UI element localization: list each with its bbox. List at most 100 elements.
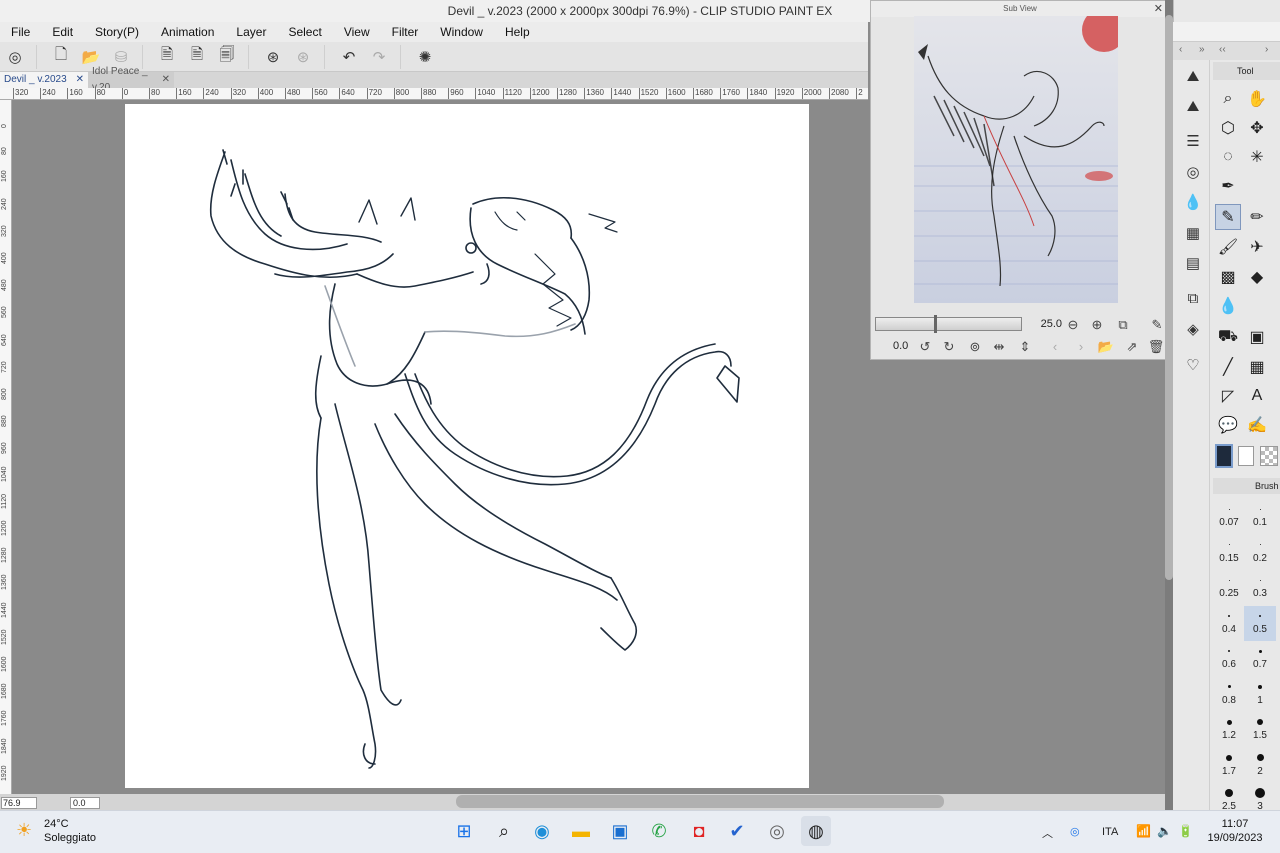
search-icon[interactable]: ⌕ — [489, 816, 519, 846]
correct-line-tool-icon[interactable]: ✍ — [1244, 412, 1270, 438]
new-file-icon[interactable]: 🗋 — [46, 45, 76, 69]
tab-devil[interactable]: Devil _ v.2023 ✕ — [0, 72, 88, 88]
transparent-color-swatch[interactable] — [1260, 446, 1278, 466]
zoom-out-icon[interactable]: ⊖ — [1064, 317, 1082, 333]
export-png-icon[interactable]: 🗎 — [182, 45, 212, 69]
brush-size-option[interactable]: 1.2 — [1213, 712, 1245, 747]
record-icon[interactable]: ⊛ — [258, 45, 288, 69]
redo-icon[interactable]: ↷ — [364, 45, 394, 69]
brush-size-option[interactable]: 2 — [1244, 748, 1276, 783]
import-image-icon[interactable]: 📂 — [1097, 339, 1115, 355]
color-mixing-icon[interactable]: 💧 — [1181, 193, 1205, 215]
favorites-icon[interactable]: ♡ — [1181, 356, 1205, 378]
fit-view-icon[interactable]: ⧉ — [1114, 317, 1132, 333]
main-color-swatch[interactable] — [1215, 444, 1233, 468]
menu-file[interactable]: File — [0, 25, 41, 39]
menu-view[interactable]: View — [333, 25, 381, 39]
magic-wand-icon[interactable]: ✳ — [1244, 144, 1270, 170]
brush-size-option[interactable]: 0.2 — [1244, 535, 1276, 570]
undo-icon[interactable]: ↶ — [334, 45, 364, 69]
brush-size-option[interactable]: 1.5 — [1244, 712, 1276, 747]
brush-size-option[interactable]: 0.15 — [1213, 535, 1245, 570]
windows-start-icon[interactable]: ⊞ — [449, 816, 479, 846]
zoom-tool-icon[interactable]: ⌕ — [1215, 86, 1241, 112]
flip-horizontal-icon[interactable]: ⇹ — [990, 339, 1008, 355]
system-clock[interactable]: 11:07 19/09/2023 — [1200, 817, 1270, 845]
menu-select[interactable]: Select — [277, 25, 332, 39]
drawing-canvas[interactable] — [125, 104, 809, 788]
wifi-icon[interactable]: 📶 — [1136, 824, 1151, 838]
brush-size-option[interactable]: 1.7 — [1213, 748, 1245, 783]
ruler-tool-icon[interactable]: ◸ — [1215, 383, 1241, 409]
fill-tool-icon[interactable]: ⛟ — [1215, 324, 1241, 350]
lasso-tool-icon[interactable]: ◌ — [1215, 144, 1241, 170]
brush-size-option[interactable]: 0.8 — [1213, 677, 1245, 712]
eraser-tool-icon[interactable]: ◆ — [1244, 264, 1270, 290]
pen-tool-icon[interactable]: ✎ — [1215, 204, 1241, 230]
rotate-right-icon[interactable]: ↻ — [940, 339, 958, 355]
slider-thumb[interactable] — [934, 315, 937, 333]
balloon-tool-icon[interactable]: 💬 — [1215, 412, 1241, 438]
volume-icon[interactable]: 🔈 — [1157, 824, 1172, 838]
eyedropper-tool-icon[interactable]: ✒ — [1215, 173, 1241, 199]
zoom-field[interactable]: 76.9 — [1, 797, 37, 809]
airbrush-tool-icon[interactable]: ✈ — [1244, 234, 1270, 260]
vertical-scrollbar[interactable] — [1165, 15, 1173, 580]
menu-story[interactable]: Story(P) — [84, 25, 150, 39]
tray-app-icon[interactable]: ◎ — [1070, 825, 1080, 838]
export-psd-icon[interactable]: 🗐 — [212, 45, 242, 69]
menu-window[interactable]: Window — [429, 25, 494, 39]
brush-size-option[interactable]: 0.6 — [1213, 641, 1245, 676]
blend-tool-icon[interactable]: 💧 — [1215, 293, 1241, 319]
weather-icon[interactable]: ☀ — [16, 820, 32, 841]
hand-tool-icon[interactable]: ✋ — [1244, 86, 1270, 112]
navigator-icon[interactable]: ◎ — [1181, 163, 1205, 185]
rotate-left-icon[interactable]: ↺ — [916, 339, 934, 355]
layer-property-icon[interactable]: ⛰ — [1181, 68, 1205, 90]
close-icon[interactable]: ✕ — [1154, 1, 1163, 17]
menu-help[interactable]: Help — [494, 25, 541, 39]
subview-zoom-slider[interactable] — [875, 317, 1022, 331]
collapse-icon[interactable]: ‹‹ — [1219, 44, 1226, 55]
menu-filter[interactable]: Filter — [381, 25, 430, 39]
delete-icon[interactable]: 🗑 — [1147, 339, 1165, 355]
gradient-tool-icon[interactable]: ▣ — [1244, 324, 1270, 350]
brush-size-option[interactable]: 0.1 — [1244, 499, 1276, 534]
reference-image[interactable] — [914, 8, 1126, 303]
close-icon[interactable]: ✕ — [76, 72, 84, 88]
close-icon[interactable]: ✕ — [162, 72, 170, 88]
export-jpg-icon[interactable]: 🗎 — [152, 45, 182, 69]
whatsapp-icon[interactable]: ✆ — [644, 816, 674, 846]
store-icon[interactable]: ▣ — [605, 816, 635, 846]
tray-chevron-icon[interactable]: ︿ — [1042, 825, 1053, 841]
menu-layer[interactable]: Layer — [225, 25, 277, 39]
brush-size-option[interactable]: 0.07 — [1213, 499, 1245, 534]
next-image-icon[interactable]: › — [1072, 339, 1090, 354]
rotation-field[interactable]: 0.0 — [70, 797, 100, 809]
reset-rotation-icon[interactable]: ⊚ — [966, 339, 984, 355]
clip-studio-launcher-icon[interactable]: ◎ — [762, 816, 792, 846]
edge-icon[interactable]: ◉ — [527, 816, 557, 846]
brush-size-option[interactable]: 0.7 — [1244, 641, 1276, 676]
menu-animation[interactable]: Animation — [150, 25, 225, 39]
brush-tool-icon[interactable]: 🖌 — [1215, 234, 1241, 260]
previous-image-icon[interactable]: ‹ — [1046, 339, 1064, 354]
material-icon[interactable]: ▤ — [1181, 254, 1205, 276]
brush-size-option[interactable]: 0.3 — [1244, 570, 1276, 605]
file-explorer-icon[interactable]: ▬ — [566, 816, 596, 846]
figure-tool-icon[interactable]: ╱ — [1215, 354, 1241, 380]
layer-search-icon[interactable]: ⛰ — [1181, 98, 1205, 120]
tab-idol-peace[interactable]: Idol Peace _ v.20 ✕ — [88, 66, 174, 93]
expand-icon[interactable]: » — [1199, 44, 1205, 55]
layer-stack-icon[interactable]: ⧉ — [1181, 290, 1205, 312]
sub-color-swatch[interactable] — [1238, 446, 1254, 466]
battery-icon[interactable]: 🔋 — [1178, 824, 1193, 838]
brush-size-option[interactable]: 0.25 — [1213, 570, 1245, 605]
layers-icon[interactable]: ◈ — [1181, 320, 1205, 342]
clip-studio-icon[interactable]: ◎ — [0, 45, 30, 69]
collapse-left-icon[interactable]: ‹ — [1179, 44, 1182, 55]
decoration-tool-icon[interactable]: ▩ — [1215, 264, 1241, 290]
clip-studio-paint-icon[interactable]: ◍ — [801, 816, 831, 846]
todo-icon[interactable]: ✔ — [722, 816, 752, 846]
brush-size-option[interactable]: 0.4 — [1213, 606, 1245, 641]
